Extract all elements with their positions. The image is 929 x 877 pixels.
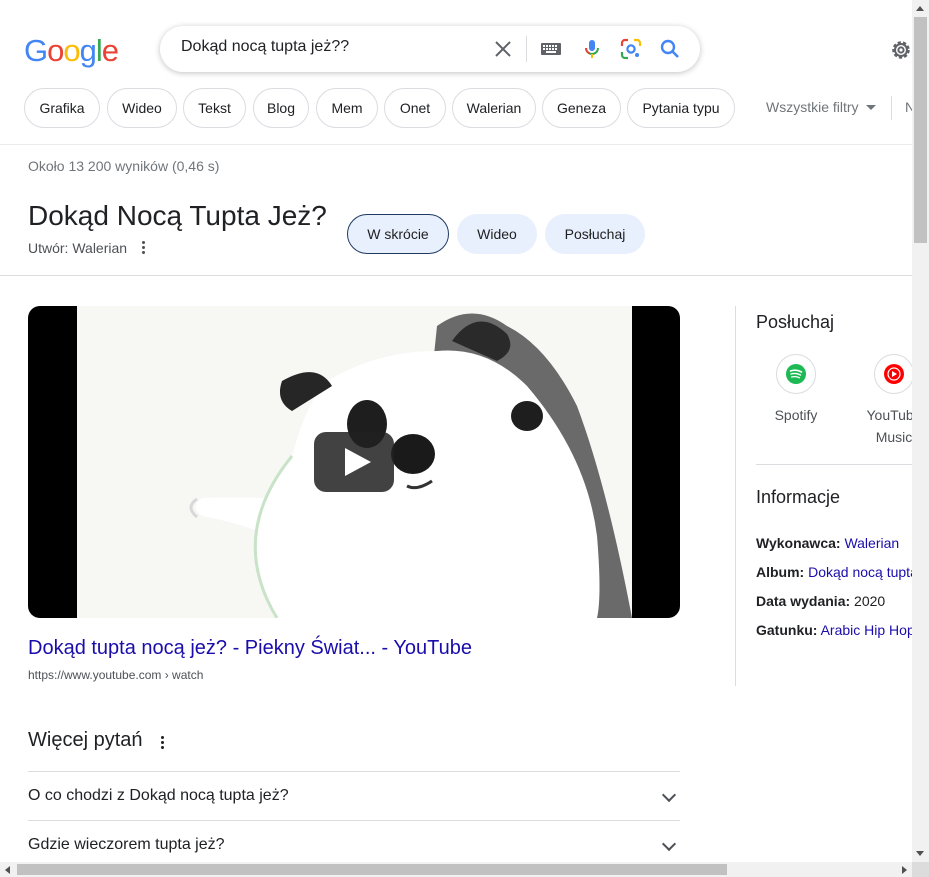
related-question-text: O co chodzi z Dokąd nocą tupta jeż? bbox=[28, 787, 289, 804]
microphone-icon[interactable] bbox=[580, 37, 604, 61]
info-row-artist: Wykonawca: Walerian bbox=[756, 535, 899, 551]
play-button-icon[interactable] bbox=[314, 432, 394, 492]
search-input[interactable]: Dokąd nocą tupta jeż?? bbox=[181, 38, 349, 56]
all-filters-button[interactable]: Wszystkie filtry bbox=[766, 99, 859, 115]
tab-wideo[interactable]: Wideo bbox=[457, 214, 537, 254]
vertical-scrollbar-thumb[interactable] bbox=[914, 17, 927, 243]
info-link-genre[interactable]: Arabic Hip Hop bbox=[821, 622, 915, 638]
related-question[interactable]: O co chodzi z Dokąd nocą tupta jeż? bbox=[28, 771, 680, 820]
scroll-right-icon[interactable] bbox=[902, 866, 907, 874]
service-label: Spotify bbox=[774, 407, 818, 423]
section-divider bbox=[0, 275, 912, 276]
scrollbar-corner bbox=[912, 862, 929, 877]
info-row-album: Album: Dokąd nocą tupta jeż? bbox=[756, 564, 929, 580]
logo-letter: G bbox=[24, 33, 48, 68]
info-heading: Informacje bbox=[756, 487, 841, 507]
horizontal-scrollbar-thumb[interactable] bbox=[17, 864, 727, 875]
info-key: Wykonawca: bbox=[756, 535, 841, 551]
chip-grafika[interactable]: Grafika bbox=[24, 88, 100, 128]
service-spotify[interactable]: Spotify bbox=[756, 354, 836, 426]
result-stats: Około 13 200 wyników (0,46 s) bbox=[28, 158, 220, 174]
tools-divider bbox=[891, 96, 892, 120]
gear-icon[interactable] bbox=[888, 37, 914, 63]
scroll-up-icon[interactable] bbox=[916, 6, 924, 11]
info-link-album[interactable]: Dokąd nocą tupta jeż? bbox=[808, 564, 929, 580]
chip-wideo[interactable]: Wideo bbox=[107, 88, 177, 128]
google-logo[interactable]: Google bbox=[24, 33, 119, 69]
search-box[interactable]: Dokąd nocą tupta jeż?? bbox=[160, 26, 700, 72]
chip-onet[interactable]: Onet bbox=[384, 88, 446, 128]
search-divider bbox=[526, 36, 527, 62]
chip-blog[interactable]: Blog bbox=[253, 88, 309, 128]
header-divider bbox=[0, 144, 912, 145]
related-questions-heading: Więcej pytań bbox=[28, 729, 143, 751]
song-title: Dokąd Nocą Tupta Jeż? bbox=[28, 200, 327, 231]
related-question-text: Gdzie wieczorem tupta jeż? bbox=[28, 836, 225, 853]
chip-mem[interactable]: Mem bbox=[316, 88, 378, 128]
scroll-left-icon[interactable] bbox=[5, 866, 10, 874]
more-options-icon[interactable] bbox=[139, 239, 147, 257]
video-result-url[interactable]: https://www.youtube.com › watch bbox=[28, 668, 203, 682]
scroll-down-icon[interactable] bbox=[916, 851, 924, 856]
logo-letter: g bbox=[79, 33, 97, 68]
chip-geneza[interactable]: Geneza bbox=[542, 88, 621, 128]
listen-heading: Posłuchaj bbox=[756, 312, 835, 332]
info-link-artist[interactable]: Walerian bbox=[844, 535, 899, 551]
chevron-down-icon bbox=[661, 836, 677, 852]
spotify-icon bbox=[776, 354, 816, 394]
more-options-icon[interactable] bbox=[158, 734, 166, 750]
caret-down-icon bbox=[866, 105, 876, 110]
keyboard-icon[interactable] bbox=[540, 39, 562, 59]
chip-walerian[interactable]: Walerian bbox=[452, 88, 536, 128]
tab-posluchaj[interactable]: Posłuchaj bbox=[545, 214, 645, 254]
google-lens-icon[interactable] bbox=[619, 37, 643, 61]
logo-letter: o bbox=[63, 33, 80, 68]
chip-pytania-typu[interactable]: Pytania typu bbox=[627, 88, 735, 128]
info-row-genre: Gatunku: Arabic Hip Hop bbox=[756, 622, 915, 638]
info-value-release-date: 2020 bbox=[854, 593, 886, 609]
clear-icon[interactable] bbox=[491, 37, 515, 61]
info-row-release-date: Data wydania: 2020 bbox=[756, 593, 885, 609]
video-result-link[interactable]: Dokąd tupta nocą jeż? - Piekny Świat... … bbox=[28, 637, 472, 660]
panel-section-divider bbox=[756, 464, 916, 465]
search-icon[interactable] bbox=[658, 37, 682, 61]
logo-letter: e bbox=[101, 33, 119, 68]
chevron-down-icon bbox=[661, 787, 677, 803]
song-subtitle: Utwór: Walerian bbox=[28, 240, 128, 256]
info-key: Gatunku: bbox=[756, 622, 818, 638]
youtube-music-icon bbox=[874, 354, 914, 394]
info-key: Data wydania: bbox=[756, 593, 851, 609]
info-key: Album: bbox=[756, 564, 805, 580]
chip-tekst[interactable]: Tekst bbox=[183, 88, 246, 128]
tab-w-skrocie[interactable]: W skrócie bbox=[347, 214, 449, 254]
panel-divider bbox=[735, 306, 736, 686]
logo-letter: o bbox=[47, 33, 64, 68]
